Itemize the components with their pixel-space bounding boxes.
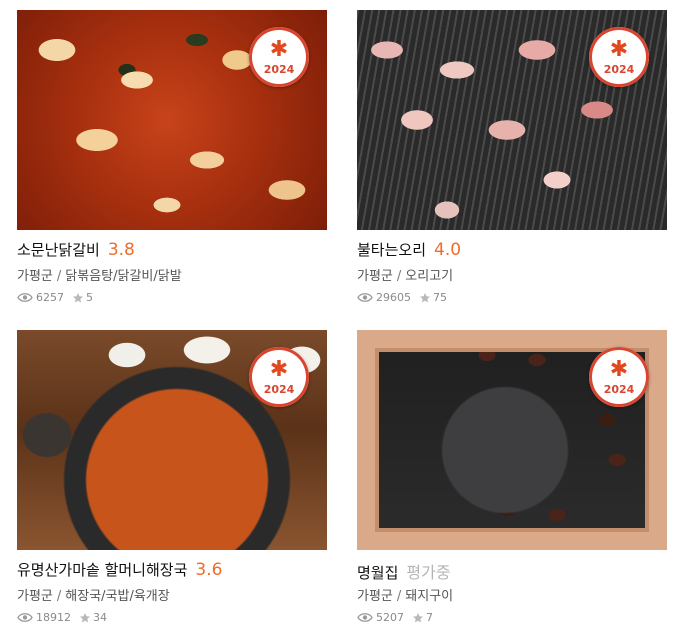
restaurant-photo[interactable]: ✱ 2024 bbox=[17, 10, 327, 230]
category-label: 닭볶음탕/닭갈비/닭발 bbox=[65, 269, 182, 284]
restaurant-photo[interactable]: ✱ 2024 bbox=[357, 10, 667, 230]
restaurant-name[interactable]: 명월집 bbox=[357, 562, 398, 583]
favorite-count: 34 bbox=[93, 611, 107, 624]
eye-icon bbox=[17, 293, 33, 302]
view-count: 5207 bbox=[376, 611, 404, 624]
favorite-count: 7 bbox=[426, 611, 433, 624]
asterisk-icon: ✱ bbox=[269, 356, 289, 382]
view-count: 6257 bbox=[36, 291, 64, 304]
award-badge: ✱ 2024 bbox=[589, 27, 649, 87]
separator: / bbox=[56, 269, 62, 284]
view-count: 18912 bbox=[36, 611, 71, 624]
star-icon bbox=[420, 292, 430, 302]
star-icon bbox=[73, 292, 83, 302]
rating-score: 3.6 bbox=[195, 560, 223, 580]
region-label: 가평군 bbox=[357, 589, 393, 604]
favorite-count: 5 bbox=[86, 291, 93, 304]
restaurant-card[interactable]: ✱ 2024 불타는오리 4.0 가평군 / 오리고기 29605 75 bbox=[357, 10, 667, 304]
star-icon bbox=[80, 612, 90, 622]
eye-icon bbox=[357, 613, 373, 622]
rating-score: 3.8 bbox=[107, 240, 135, 260]
category-label: 오리고기 bbox=[405, 269, 454, 284]
eye-icon bbox=[357, 293, 373, 302]
restaurant-card[interactable]: ✱ 2024 명월집 평가중 가평군 / 돼지구이 5207 7 bbox=[357, 330, 667, 624]
restaurant-name[interactable]: 소문난닭갈비 bbox=[17, 239, 100, 260]
region-label: 가평군 bbox=[17, 589, 53, 604]
favorite-count: 75 bbox=[433, 291, 447, 304]
restaurant-name[interactable]: 유명산가마솥 할머니해장국 bbox=[17, 559, 187, 580]
asterisk-icon: ✱ bbox=[609, 356, 629, 382]
restaurant-card[interactable]: ✱ 2024 유명산가마솥 할머니해장국 3.6 가평군 / 해장국/국밥/육개장 … bbox=[17, 330, 327, 624]
rating-pending: 평가중 bbox=[406, 563, 451, 582]
rating-score: 4.0 bbox=[434, 240, 462, 260]
category-label: 해장국/국밥/육개장 bbox=[65, 589, 170, 604]
separator: / bbox=[56, 589, 62, 604]
restaurant-name[interactable]: 불타는오리 bbox=[357, 239, 426, 260]
restaurant-photo[interactable]: ✱ 2024 bbox=[357, 330, 667, 550]
badge-year: 2024 bbox=[603, 382, 635, 396]
category-label: 돼지구이 bbox=[405, 589, 454, 604]
award-badge: ✱ 2024 bbox=[249, 347, 309, 407]
asterisk-icon: ✱ bbox=[609, 36, 629, 62]
restaurant-card[interactable]: ✱ 2024 소문난닭갈비 3.8 가평군 / 닭볶음탕/닭갈비/닭발 6257 5 bbox=[17, 10, 327, 304]
view-count: 29605 bbox=[376, 291, 411, 304]
award-badge: ✱ 2024 bbox=[249, 27, 309, 87]
separator: / bbox=[396, 589, 402, 604]
separator: / bbox=[396, 269, 402, 284]
eye-icon bbox=[17, 613, 33, 622]
region-label: 가평군 bbox=[17, 269, 53, 284]
award-badge: ✱ 2024 bbox=[589, 347, 649, 407]
badge-year: 2024 bbox=[603, 62, 635, 76]
badge-year: 2024 bbox=[263, 382, 295, 396]
asterisk-icon: ✱ bbox=[269, 36, 289, 62]
star-icon bbox=[413, 612, 423, 622]
badge-year: 2024 bbox=[263, 62, 295, 76]
region-label: 가평군 bbox=[357, 269, 393, 284]
restaurant-photo[interactable]: ✱ 2024 bbox=[17, 330, 327, 550]
